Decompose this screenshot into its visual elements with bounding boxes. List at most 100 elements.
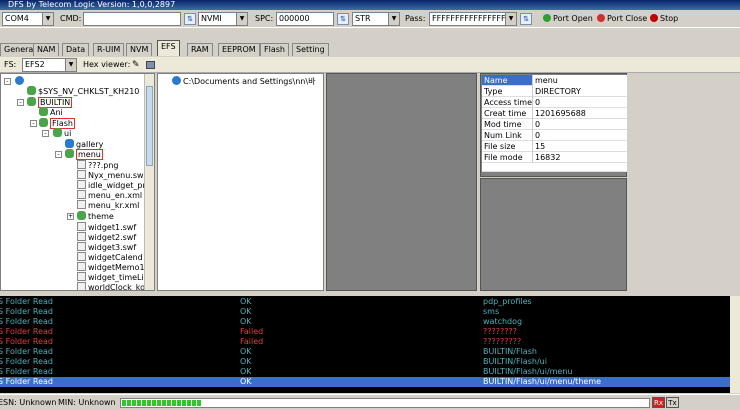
tree-node-label: ui (64, 129, 72, 138)
info-row: File size 15 (482, 141, 627, 152)
fs-bar: FS: EFS2 ▼ Hex viewer: ✎ (0, 57, 740, 73)
tab-nvm[interactable]: NVM (126, 43, 153, 56)
file-icon (77, 190, 86, 199)
log-path: ???????? (483, 327, 517, 336)
log-row[interactable]: S Folder Read OK sms (0, 307, 730, 317)
log-result: Failed (240, 327, 264, 336)
folder-icon (65, 139, 74, 148)
esn-status: ESN: Unknown (0, 398, 57, 407)
local-path-label: C:\Documents and Settings\nn\바 (183, 77, 316, 86)
stop-button[interactable]: Stop (650, 12, 678, 26)
fs-select[interactable]: EFS2 ▼ (22, 58, 77, 72)
info-key: Creat time (482, 108, 533, 119)
info-value: 16832 (535, 153, 561, 162)
info-key: Name (482, 75, 533, 86)
tree-file[interactable]: menu_kr.xml (77, 200, 139, 211)
expand-icon[interactable]: - (30, 120, 37, 127)
spc-send-icon[interactable]: ⇅ (337, 13, 349, 25)
log-result: OK (240, 377, 252, 386)
scrollbar-thumb[interactable] (146, 86, 153, 166)
save-icon[interactable] (146, 61, 155, 69)
nv-mode-select[interactable]: NVMI ▼ (198, 12, 248, 26)
log-result: OK (240, 317, 252, 326)
log-scrollbar[interactable] (730, 296, 740, 393)
tab-data[interactable]: Data (62, 43, 90, 56)
pass-label: Pass: (405, 14, 426, 23)
log-row-selected[interactable]: S Folder Read OK BUILTIN/Flash/ui/menu/the… (0, 377, 730, 387)
tree-scrollbar[interactable] (144, 74, 154, 290)
log-row[interactable]: S Folder Read OK BUILTIN/Flash (0, 347, 730, 357)
file-icon (77, 170, 86, 179)
log-result: OK (240, 367, 252, 376)
expand-icon[interactable]: - (4, 78, 11, 85)
info-value: 0 (535, 98, 541, 107)
info-row: Mod time 0 (482, 119, 627, 130)
str-mode-value: STR (355, 14, 371, 23)
tree-file[interactable]: worldClock_ko (77, 282, 145, 290)
tab-setting[interactable]: Setting (292, 43, 329, 56)
tab-nam[interactable]: NAM (33, 43, 60, 56)
port-close-button[interactable]: Port Close (597, 12, 647, 26)
expand-icon[interactable]: - (17, 99, 24, 106)
log-row[interactable]: S Folder Read OK BUILTIN/Flash/ui (0, 357, 730, 367)
file-icon (77, 160, 86, 169)
tx-indicator: Tx (666, 397, 679, 408)
log-path: BUILTIN/Flash/ui/menu (483, 367, 573, 376)
log-row[interactable]: S Folder Read OK watchdog (0, 317, 730, 327)
progress-bar (120, 398, 650, 408)
folder-icon (53, 128, 62, 137)
log-row[interactable]: S Folder Read OK BUILTIN/Flash/ui/menu (0, 367, 730, 377)
expand-icon[interactable]: - (42, 130, 49, 137)
rx-indicator: Rx (652, 397, 665, 408)
tree-node-sys[interactable]: $SYS_NV_CHKLST_KH210 (27, 86, 139, 97)
expand-icon[interactable]: - (55, 151, 62, 158)
file-icon (77, 222, 86, 231)
log-action: S Folder Read (0, 317, 53, 326)
port-open-button[interactable]: Port Open (543, 12, 593, 26)
info-row: Name menu (482, 75, 627, 86)
fs-label: FS: (4, 60, 17, 69)
info-row: Num Link 0 (482, 130, 627, 141)
port-close-label: Port Close (607, 14, 648, 23)
log-row[interactable]: S Folder Read Failed???????? (0, 327, 730, 337)
info-key: Num Link (482, 130, 533, 141)
stop-icon (650, 14, 658, 22)
tab-ram[interactable]: RAM (187, 43, 213, 56)
tree-node-menu[interactable]: menu (65, 149, 103, 160)
pass-send-icon[interactable]: ⇅ (520, 13, 532, 25)
port-select[interactable]: COM4 ▼ (2, 12, 54, 26)
cmd-input[interactable] (83, 12, 181, 26)
tab-eeprom[interactable]: EEPROM (218, 43, 260, 56)
log-row[interactable]: S Folder Read Failed????????? (0, 337, 730, 347)
info-row: File mode 16832 (482, 152, 627, 163)
tree-root-node[interactable] (15, 76, 26, 87)
info-value: 0 (535, 120, 541, 129)
log-action: S Folder Read (0, 367, 53, 376)
tab-efs[interactable]: EFS (157, 40, 180, 56)
cmd-send-icon[interactable]: ⇅ (184, 13, 196, 25)
drive-icon (15, 76, 24, 85)
hex-viewer-label: Hex viewer: (83, 60, 131, 69)
log-path: BUILTIN/Flash/ui/menu/theme (483, 377, 602, 386)
file-icon (77, 232, 86, 241)
file-icon (77, 200, 86, 209)
pass-select[interactable]: FFFFFFFFFFFFFFFF ▼ (429, 12, 517, 26)
tree-node-ani[interactable]: Ani (39, 107, 63, 118)
info-key: Access time (484, 97, 533, 108)
info-key: File size (482, 141, 533, 152)
edit-icon[interactable]: ✎ (132, 60, 140, 70)
local-path-node[interactable]: C:\Documents and Settings\nn\바 (172, 76, 315, 87)
tree-node-theme[interactable]: theme (77, 211, 114, 222)
window-title: DFS by Telecom Logic Version: 1,0,0,2897 (8, 0, 176, 9)
progress-fill (122, 400, 201, 406)
tab-r-uim[interactable]: R-UIM (93, 43, 125, 56)
folder-icon (27, 97, 36, 106)
spc-input[interactable]: 000000 (276, 12, 334, 26)
info-row: Type DIRECTORY (482, 86, 627, 97)
tab-flash[interactable]: Flash (260, 43, 289, 56)
expand-icon[interactable]: + (67, 213, 74, 220)
log-row[interactable]: S Folder Read OK pdp_profiles (0, 297, 730, 307)
str-mode-select[interactable]: STR ▼ (352, 12, 400, 26)
tree-node-ui[interactable]: ui (53, 128, 71, 139)
info-row-empty (482, 163, 627, 172)
